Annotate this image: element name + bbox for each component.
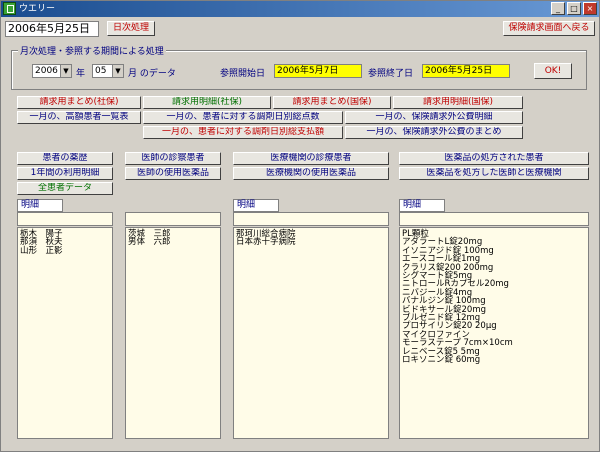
drug-detail-button[interactable]: 明細: [399, 199, 445, 212]
institution-patients-button[interactable]: 医療機関の診療患者: [233, 152, 389, 165]
list-item[interactable]: 山形 正影: [20, 246, 110, 255]
public-expense-summary-button[interactable]: 一月の、保険請求外公費のまとめ: [345, 126, 523, 139]
close-button[interactable]: ×: [583, 2, 597, 15]
end-date-label: 参照終了日: [368, 69, 414, 79]
current-date: 2006年5月25日: [5, 21, 99, 37]
list-item[interactable]: ロキソニン錠 60mg: [402, 356, 586, 365]
monthly-process-group: 月次処理・参照する期間による処理 2006 ▼ 年 05 ▼ 月 のデータ 参照…: [11, 44, 587, 90]
institution-list[interactable]: 那珂川総合病院 日本赤十字病院: [233, 227, 389, 439]
minimize-button[interactable]: _: [551, 2, 565, 15]
window-title: ウエリー: [19, 4, 56, 14]
detail-kokuho-button[interactable]: 請求用明細(国保): [393, 96, 523, 109]
detail-shaho-button[interactable]: 請求用明細(社保): [143, 96, 271, 109]
summary-kokuho-button[interactable]: 請求用まとめ(国保): [273, 96, 391, 109]
ok-button[interactable]: OK!: [534, 63, 572, 79]
list-item[interactable]: 日本赤十字病院: [236, 238, 386, 247]
patient-detail-button[interactable]: 明細: [17, 199, 63, 212]
year-label: 年: [76, 69, 86, 79]
drug-list[interactable]: PL顆粒 アダラートL錠20mg イソニアジド錠 100mg エースコール錠1m…: [399, 227, 589, 439]
institution-search-input[interactable]: [233, 212, 389, 226]
doctor-drugs-button[interactable]: 医師の使用医薬品: [125, 167, 221, 180]
start-date-field[interactable]: 2006年5月7日: [274, 64, 362, 78]
chevron-down-icon: ▼: [60, 65, 71, 77]
patient-search-input[interactable]: [17, 212, 113, 226]
maximize-button[interactable]: □: [567, 2, 581, 15]
patient-history-button[interactable]: 患者の薬歴: [17, 152, 113, 165]
drug-search-input[interactable]: [399, 212, 589, 226]
patient-list[interactable]: 栃木 陽子 那須 秋夫 山形 正影: [17, 227, 113, 439]
public-expense-detail-button[interactable]: 一月の、保険請求外公費明細: [345, 111, 523, 124]
year-value: 2006: [35, 66, 58, 76]
start-date-label: 参照開始日: [220, 69, 266, 79]
group-title: 月次処理・参照する期間による処理: [18, 44, 166, 57]
end-date-field[interactable]: 2006年5月25日: [422, 64, 510, 78]
title-bar: ウエリー _ □ ×: [1, 1, 599, 17]
back-to-insurance-button[interactable]: 保険請求画面へ戻る: [503, 21, 595, 36]
doctor-list[interactable]: 茨城 三郎 男体 六郎: [125, 227, 221, 439]
main-window: ウエリー _ □ × 2006年5月25日 日次処理 保険請求画面へ戻る 月次処…: [0, 0, 600, 452]
high-cost-patients-button[interactable]: 一月の、高額患者一覧表: [17, 111, 141, 124]
window-controls: _ □ ×: [551, 2, 597, 15]
yearly-usage-button[interactable]: 1年間の利用明細: [17, 167, 113, 180]
drug-doctors-institutions-button[interactable]: 医薬品を処方した医師と医療機関: [399, 167, 589, 180]
institution-drugs-button[interactable]: 医療機関の使用医薬品: [233, 167, 389, 180]
year-select[interactable]: 2006 ▼: [32, 64, 72, 78]
doctor-patients-button[interactable]: 医師の診察患者: [125, 152, 221, 165]
daily-process-button[interactable]: 日次処理: [107, 21, 155, 36]
daily-payment-button[interactable]: 一月の、患者に対する調剤日別総支払額: [143, 126, 343, 139]
drug-patients-button[interactable]: 医薬品の処方された患者: [399, 152, 589, 165]
app-icon: [3, 2, 16, 15]
chevron-down-icon: ▼: [112, 65, 123, 77]
doctor-search-input[interactable]: [125, 212, 221, 226]
list-item[interactable]: 男体 六郎: [128, 238, 218, 247]
all-patients-button[interactable]: 全患者データ: [17, 182, 113, 195]
month-value: 05: [95, 66, 107, 76]
month-label: 月 のデータ: [128, 69, 176, 79]
institution-detail-button[interactable]: 明細: [233, 199, 279, 212]
summary-shaho-button[interactable]: 請求用まとめ(社保): [17, 96, 141, 109]
month-select[interactable]: 05 ▼: [92, 64, 124, 78]
daily-points-button[interactable]: 一月の、患者に対する調剤日別総点数: [143, 111, 343, 124]
